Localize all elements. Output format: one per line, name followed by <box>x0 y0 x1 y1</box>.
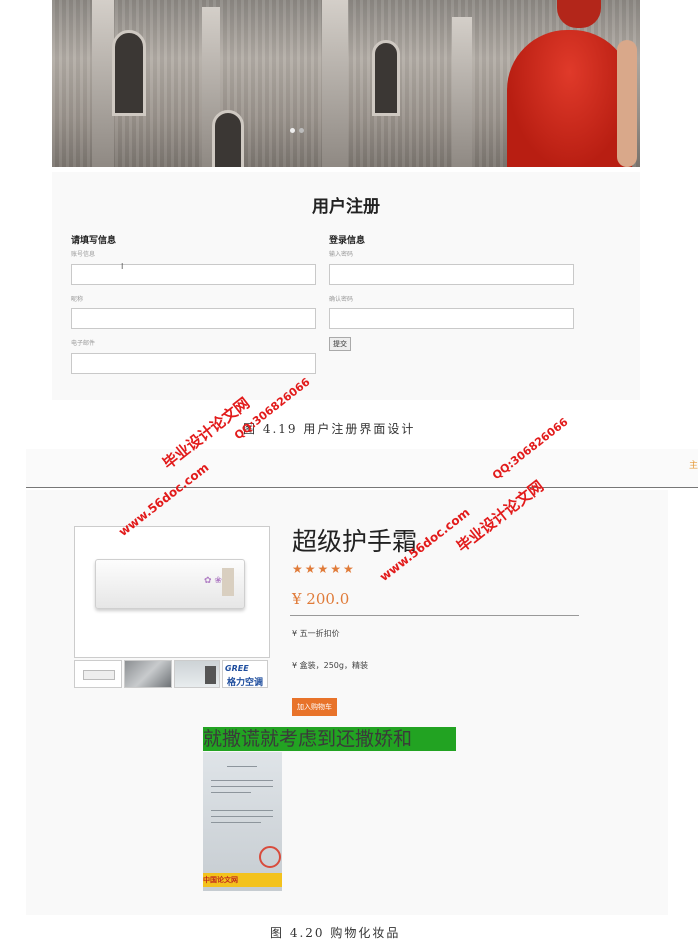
green-text-banner: 就撒谎就考虑到还撒娇和 <box>203 727 456 751</box>
account-label: 账号信息 <box>71 251 96 258</box>
gree-logo-cn: 格力空调 <box>227 678 264 688</box>
add-to-cart-button[interactable]: 加入购物车 <box>292 698 337 716</box>
doc-text-line <box>211 780 273 781</box>
text-cursor: I <box>121 262 124 271</box>
ac-display-panel <box>222 568 234 596</box>
cathedral-spire <box>322 0 348 167</box>
cathedral-window <box>112 30 146 116</box>
nickname-label: 昵称 <box>71 296 84 303</box>
password-label: 输入密码 <box>329 251 354 258</box>
certificate-image: 中国论文网 <box>203 752 282 891</box>
nav-link-home[interactable]: 主 <box>689 458 698 471</box>
slider-dot[interactable] <box>299 128 304 133</box>
figure-caption-4-20: 图 4.20 购物化妆品 <box>270 926 401 940</box>
cathedral-spire <box>452 17 472 167</box>
doc-text-line <box>211 792 251 793</box>
figure-caption-4-19: 图 4.19 用户注册界面设计 <box>243 422 416 436</box>
product-main-image[interactable]: ✿ ❀ <box>74 526 270 658</box>
air-conditioner-image: ✿ ❀ <box>95 559 245 609</box>
flower-decoration-icon: ✿ ❀ <box>204 576 222 586</box>
confirm-password-field[interactable] <box>329 308 574 329</box>
product-price: ¥ 200.0 <box>292 590 350 608</box>
cathedral-window <box>372 40 400 116</box>
right-heading: 登录信息 <box>329 236 366 246</box>
cathedral-window <box>212 110 244 167</box>
model-arm <box>617 40 637 167</box>
hero-banner <box>52 0 640 167</box>
spec-text: ¥ 盒装，250g，精装 <box>292 661 368 670</box>
product-thumbnail[interactable] <box>124 660 172 688</box>
left-heading: 请填写信息 <box>71 236 117 246</box>
email-field[interactable] <box>71 353 316 374</box>
account-field[interactable] <box>71 264 316 285</box>
doc-text-line <box>211 786 273 787</box>
submit-button[interactable]: 提交 <box>329 337 351 351</box>
doc-text-line <box>227 766 257 767</box>
price-divider <box>290 615 579 616</box>
register-panel: 用户注册 请填写信息 账号信息 I 昵称 电子邮件 登录信息 输入密码 确认密码… <box>52 172 640 400</box>
product-title: 超级护手霜 <box>292 527 418 556</box>
promo-text: ¥ 五一折扣价 <box>292 629 340 638</box>
ac-mini-icon <box>83 670 115 680</box>
model-scarf <box>557 0 601 28</box>
shop-topbar: 主 <box>26 449 698 488</box>
product-thumbnail[interactable]: GREE 格力空调 <box>222 660 268 688</box>
model-red-dress <box>507 30 632 167</box>
nickname-field[interactable] <box>71 308 316 329</box>
email-label: 电子邮件 <box>71 340 96 347</box>
password-field[interactable] <box>329 264 574 285</box>
red-seal-icon <box>259 846 281 868</box>
doc-logo: 中国论文网 <box>203 873 282 887</box>
product-page: ✿ ❀ GREE 格力空调 超级护手霜 ★★★★★ ¥ 200.0 ¥ 五一折扣… <box>26 490 668 915</box>
confirm-password-label: 确认密码 <box>329 296 354 303</box>
cathedral-spire <box>92 0 114 167</box>
product-thumbnail[interactable] <box>174 660 220 688</box>
gree-logo-en: GREE <box>225 664 249 673</box>
doc-text-line <box>211 810 273 811</box>
person-photo-icon <box>205 666 216 684</box>
product-thumbnail[interactable] <box>74 660 122 688</box>
register-title: 用户注册 <box>312 197 380 217</box>
slider-dot[interactable] <box>290 128 295 133</box>
doc-text-line <box>211 822 261 823</box>
doc-text-line <box>211 816 273 817</box>
rating-stars: ★★★★★ <box>292 562 356 576</box>
